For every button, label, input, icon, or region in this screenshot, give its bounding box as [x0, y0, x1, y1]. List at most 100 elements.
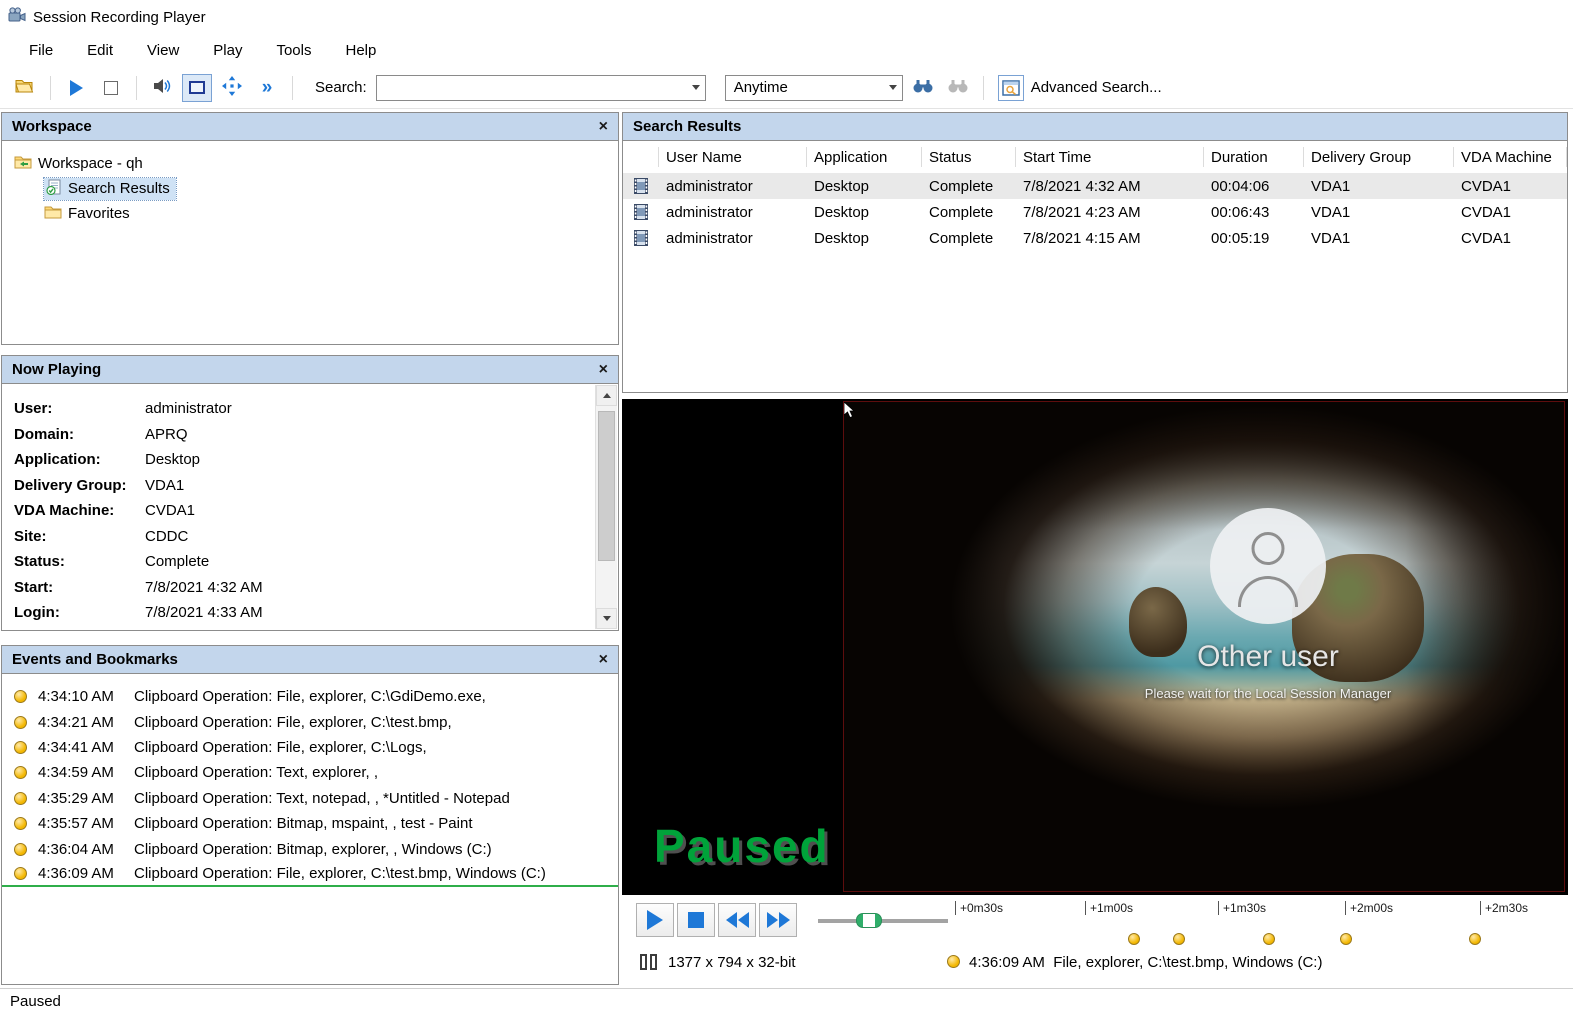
event-row[interactable]: 4:34:21 AMClipboard Operation: File, exp… — [2, 709, 618, 734]
timeline-tick: +2m00s — [1345, 901, 1393, 915]
search-dropdown-button[interactable] — [687, 76, 705, 100]
chevron-down-icon — [692, 85, 700, 90]
cell-start-time: 7/8/2021 4:32 AM — [1016, 178, 1204, 195]
scrollbar-down-button[interactable] — [596, 608, 617, 629]
pan-button[interactable] — [217, 74, 247, 102]
timeline-event-dot[interactable] — [1173, 933, 1185, 945]
toolbar-separator — [50, 76, 51, 100]
event-row[interactable]: 4:35:57 AMClipboard Operation: Bitmap, m… — [2, 811, 618, 836]
menu-help[interactable]: Help — [329, 37, 394, 64]
wait-message: Please wait for the Local Session Manage… — [1145, 686, 1391, 701]
field-label: Login: — [14, 604, 145, 621]
menu-file[interactable]: File — [12, 37, 70, 64]
titlebar: Session Recording Player — [0, 0, 1573, 34]
field-value: administrator — [145, 400, 232, 417]
field-label: Start: — [14, 579, 145, 596]
table-row[interactable]: administrator Desktop Complete 7/8/2021 … — [623, 225, 1567, 251]
timeline-ruler[interactable]: +0m30s +1m00s +1m30s +2m00s +2m30s — [952, 901, 1564, 919]
play-button[interactable] — [636, 903, 674, 937]
cell-user-name: administrator — [659, 178, 807, 195]
frame-icon — [189, 81, 205, 94]
column-icon[interactable] — [623, 147, 659, 167]
tree-item-workspace-root[interactable]: Workspace - qh — [2, 151, 618, 176]
find-next-button[interactable] — [943, 74, 973, 102]
cell-status: Complete — [922, 230, 1016, 247]
table-row[interactable]: administrator Desktop Complete 7/8/2021 … — [623, 199, 1567, 225]
event-time: 4:34:59 AM — [38, 764, 134, 781]
field-label: Status: — [14, 553, 145, 570]
advanced-search-button[interactable]: Advanced Search... — [998, 75, 1162, 101]
time-filter-combobox[interactable]: Anytime — [725, 75, 903, 101]
column-start-time[interactable]: Start Time — [1016, 147, 1204, 167]
session-lock-screen: Other user Please wait for the Local Ses… — [844, 402, 1564, 891]
search-input[interactable] — [377, 77, 677, 99]
search-label: Search: — [315, 79, 367, 96]
event-row[interactable]: 4:34:10 AMClipboard Operation: File, exp… — [2, 684, 618, 709]
menu-tools[interactable]: Tools — [259, 37, 328, 64]
find-button[interactable] — [908, 74, 938, 102]
scrollbar-up-button[interactable] — [596, 385, 617, 406]
column-status[interactable]: Status — [922, 147, 1016, 167]
menu-play[interactable]: Play — [196, 37, 259, 64]
column-vda-machine[interactable]: VDA Machine — [1454, 147, 1567, 167]
audio-button[interactable] — [147, 74, 177, 102]
field-value: CVDA1 — [145, 502, 195, 519]
column-duration[interactable]: Duration — [1204, 147, 1304, 167]
close-icon[interactable] — [599, 362, 608, 378]
fit-to-window-button[interactable] — [182, 74, 212, 102]
workspace-folder-icon — [14, 155, 32, 173]
scrollbar-thumb[interactable] — [598, 411, 615, 561]
close-icon[interactable] — [599, 652, 608, 668]
column-user-name[interactable]: User Name — [659, 147, 807, 167]
event-row[interactable]: 4:35:29 AMClipboard Operation: Text, not… — [2, 786, 618, 811]
timeline-event-dot[interactable] — [1128, 933, 1140, 945]
stop-button-toolbar[interactable] — [96, 74, 126, 102]
search-combobox[interactable] — [376, 75, 706, 101]
status-text: Paused — [10, 993, 61, 1010]
binoculars-icon — [913, 79, 933, 97]
timeline-tick: +2m30s — [1480, 901, 1528, 915]
event-row[interactable]: 4:34:59 AMClipboard Operation: Text, exp… — [2, 760, 618, 785]
cell-application: Desktop — [807, 178, 922, 195]
open-button[interactable] — [10, 74, 40, 102]
play-icon — [647, 910, 663, 930]
cell-vda-machine: CVDA1 — [1454, 178, 1567, 195]
rewind-button[interactable] — [718, 903, 756, 937]
field-label: Site: — [14, 528, 145, 545]
search-results-table: User Name Application Status Start Time … — [623, 141, 1567, 251]
tree-item-search-results[interactable]: Search Results — [2, 176, 618, 201]
field-label: Application: — [14, 451, 145, 468]
fast-forward-button[interactable] — [759, 903, 797, 937]
current-event-dot-icon — [947, 955, 960, 968]
event-row-current[interactable]: 4:36:09 AMClipboard Operation: File, exp… — [2, 862, 618, 887]
cell-vda-machine: CVDA1 — [1454, 204, 1567, 221]
event-row[interactable]: 4:34:41 AMClipboard Operation: File, exp… — [2, 735, 618, 760]
event-time: 4:36:09 AM — [38, 865, 134, 882]
cell-application: Desktop — [807, 230, 922, 247]
stop-button[interactable] — [677, 903, 715, 937]
timeline-event-dot[interactable] — [1263, 933, 1275, 945]
play-button-toolbar[interactable] — [61, 74, 91, 102]
resolution-text: 1377 x 794 x 32-bit — [668, 954, 796, 971]
tree-item-favorites[interactable]: Favorites — [2, 201, 618, 226]
timeline-event-dot[interactable] — [1469, 933, 1481, 945]
column-delivery-group[interactable]: Delivery Group — [1304, 147, 1454, 167]
field-value: APRQ — [145, 426, 188, 443]
close-icon[interactable] — [599, 119, 608, 135]
menu-view[interactable]: View — [130, 37, 196, 64]
column-application[interactable]: Application — [807, 147, 922, 167]
seek-slider[interactable] — [818, 919, 948, 923]
seek-slider-handle[interactable] — [856, 913, 882, 928]
more-tools-button[interactable] — [252, 74, 282, 102]
status-bar: Paused — [0, 988, 1573, 1020]
event-row[interactable]: 4:36:04 AMClipboard Operation: Bitmap, e… — [2, 836, 618, 861]
table-row[interactable]: administrator Desktop Complete 7/8/2021 … — [623, 173, 1567, 199]
time-filter-dropdown-button[interactable] — [884, 76, 902, 100]
event-dot-icon — [14, 716, 27, 729]
timeline-event-dot[interactable] — [1340, 933, 1352, 945]
field-label: User: — [14, 400, 145, 417]
scrollbar[interactable] — [595, 385, 617, 629]
menu-edit[interactable]: Edit — [70, 37, 130, 64]
cell-status: Complete — [922, 204, 1016, 221]
workspace-title: Workspace — [12, 118, 92, 135]
